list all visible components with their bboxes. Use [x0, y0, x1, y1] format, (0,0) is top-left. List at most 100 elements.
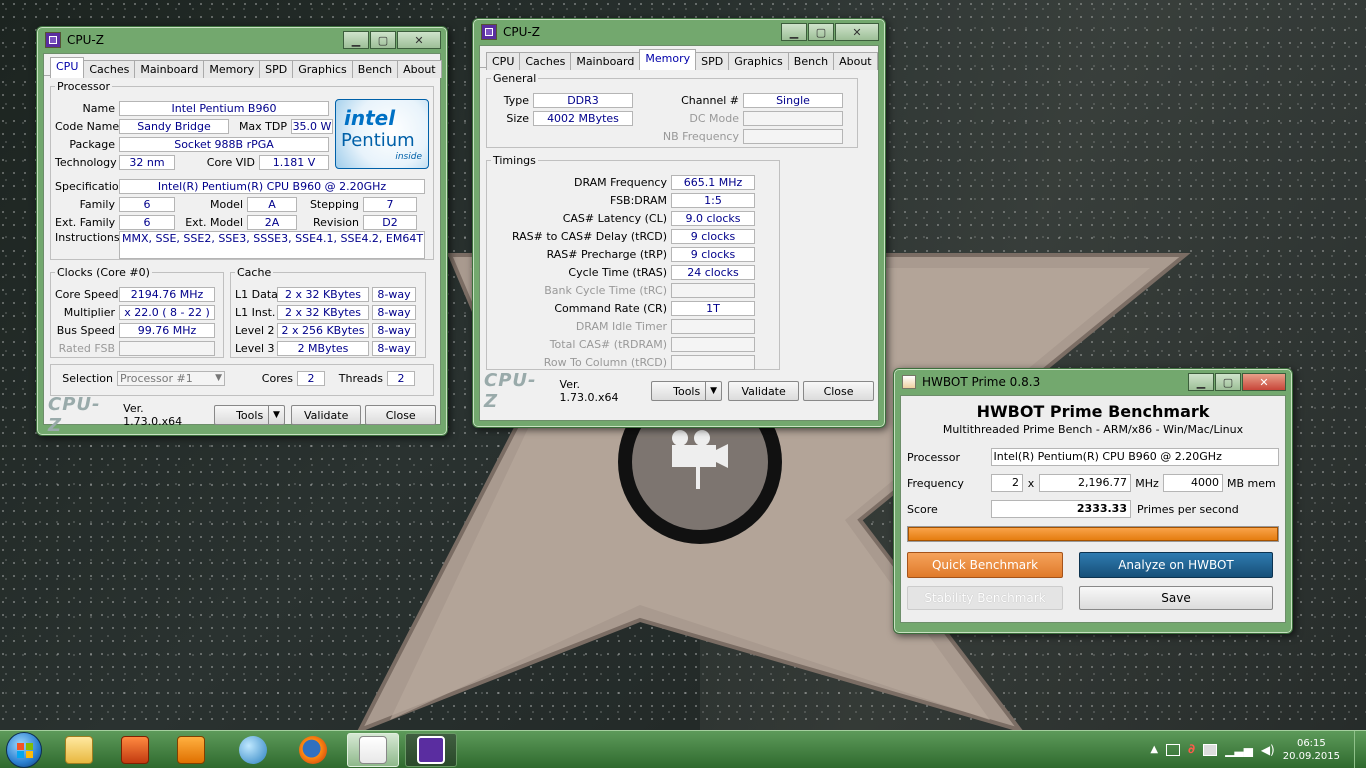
l2-label: Level 2 — [235, 323, 275, 337]
minimize-button[interactable]: ▁ — [1188, 373, 1214, 391]
tab-about[interactable]: About — [397, 60, 442, 78]
taskbar-security[interactable] — [109, 733, 161, 767]
taskbar-firefox[interactable] — [287, 733, 339, 767]
selection-group: Selection Processor #1 ▼ Cores 2 Threads … — [50, 364, 434, 396]
chevron-down-icon[interactable]: ▼ — [267, 406, 284, 424]
maxtdp-label: Max TDP — [238, 119, 287, 133]
name-value: Intel Pentium B960 — [119, 100, 329, 116]
java-app-icon — [902, 375, 916, 389]
volume-icon[interactable]: ◀) — [1261, 743, 1275, 757]
analyze-button[interactable]: Analyze on HWBOT — [1079, 552, 1273, 578]
cpuz-brand-logo: CPU-Z — [48, 394, 101, 436]
cl-value: 9.0 clocks — [671, 210, 755, 226]
tab-cpu[interactable]: CPU — [50, 57, 85, 78]
taskbar-explorer[interactable] — [53, 733, 105, 767]
signal-icon[interactable]: ▁▃▅ — [1225, 743, 1253, 757]
fsbdram-value: 1:5 — [671, 192, 755, 208]
clocks-legend: Clocks (Core #0) — [57, 266, 150, 279]
rtc-label: Row To Column (tRCD) — [543, 355, 667, 369]
stability-benchmark-button[interactable]: Stability Benchmark — [907, 586, 1063, 610]
adobe-icon[interactable]: ∂ — [1188, 742, 1195, 757]
taskbar-media[interactable] — [165, 733, 217, 767]
close-window-button[interactable]: ✕ — [1242, 373, 1286, 391]
tab-graphics[interactable]: Graphics — [292, 60, 353, 78]
close-window-button[interactable]: ✕ — [397, 31, 441, 49]
cpuz-cpu-titlebar[interactable]: CPU-Z ▁ ▢ ✕ — [43, 27, 441, 53]
times-sign: x — [1027, 476, 1035, 490]
cpuz-memory-titlebar[interactable]: CPU-Z ▁ ▢ ✕ — [479, 19, 879, 45]
window-title: CPU-Z — [503, 25, 540, 39]
l3-way: 8-way — [372, 340, 416, 356]
cpuz-app-icon — [45, 32, 61, 48]
tab-about[interactable]: About — [833, 52, 878, 70]
close-button[interactable]: Close — [365, 405, 436, 425]
validate-button[interactable]: Validate — [290, 405, 362, 425]
trp-label: RAS# Precharge (tRP) — [546, 247, 667, 261]
maximize-button[interactable]: ▢ — [370, 31, 396, 49]
system-tray: ▲ ∂ ▁▃▅ ◀) 06:15 20.09.2015 — [1150, 737, 1366, 763]
save-button[interactable]: Save — [1079, 586, 1273, 610]
tab-caches[interactable]: Caches — [519, 52, 572, 70]
tab-caches[interactable]: Caches — [83, 60, 136, 78]
folder-icon — [65, 735, 93, 764]
power-icon[interactable] — [1203, 743, 1218, 756]
nbfreq-value — [743, 128, 843, 144]
corespeed-label: Core Speed — [55, 287, 119, 301]
processor-field: Intel(R) Pentium(R) CPU B960 @ 2.20GHz — [990, 448, 1279, 466]
tab-spd[interactable]: SPD — [259, 60, 294, 78]
tab-mainboard[interactable]: Mainboard — [134, 60, 205, 78]
tools-button[interactable]: Tools ▼ — [651, 381, 723, 401]
minimize-button[interactable]: ▁ — [781, 23, 807, 41]
hwbot-window: HWBOT Prime 0.8.3 ▁ ▢ ✕ HWBOT Prime Benc… — [893, 368, 1293, 634]
trc-label: Bank Cycle Time (tRC) — [544, 283, 667, 297]
mem-unit: MB mem — [1227, 476, 1276, 490]
maximize-button[interactable]: ▢ — [808, 23, 834, 41]
dramfreq-label: DRAM Frequency — [573, 175, 667, 189]
name-label: Name — [82, 101, 115, 115]
tab-mainboard[interactable]: Mainboard — [570, 52, 641, 70]
technology-value: 32 nm — [119, 154, 175, 170]
cpuz-cpu-window: CPU-Z ▁ ▢ ✕ CPU Caches Mainboard Memory … — [36, 26, 448, 436]
l2-value: 2 x 256 KBytes — [277, 322, 369, 338]
taskbar-java[interactable] — [347, 732, 399, 767]
taskbar-cpuz[interactable] — [405, 732, 457, 767]
package-label: Package — [69, 137, 115, 151]
chevron-down-icon[interactable]: ▼ — [705, 382, 721, 400]
timings-group: Timings DRAM Frequency 665.1 MHz FSB:DRAM… — [486, 154, 780, 370]
clock[interactable]: 06:15 20.09.2015 — [1283, 737, 1340, 763]
close-button[interactable]: Close — [803, 381, 875, 401]
show-desktop-button[interactable] — [1354, 731, 1366, 768]
show-hidden-icons-icon[interactable]: ▲ — [1150, 744, 1158, 755]
threads-value: 2 — [387, 370, 415, 386]
maximize-button[interactable]: ▢ — [1215, 373, 1241, 391]
tab-bench[interactable]: Bench — [351, 60, 399, 78]
specification-label: Specification — [55, 179, 126, 193]
benchmark-heading: HWBOT Prime Benchmark — [976, 402, 1210, 421]
quick-benchmark-button[interactable]: Quick Benchmark — [907, 552, 1063, 578]
close-window-button[interactable]: ✕ — [835, 23, 879, 41]
cache-group: Cache L1 Data 2 x 32 KBytes 8-way L1 Inst.… — [230, 266, 426, 358]
minimize-button[interactable]: ▁ — [343, 31, 369, 49]
clock-time: 06:15 — [1296, 737, 1326, 749]
hwbot-titlebar[interactable]: HWBOT Prime 0.8.3 ▁ ▢ ✕ — [900, 369, 1286, 395]
cpuz-app-icon — [481, 24, 497, 40]
logo-product: Pentium — [341, 130, 415, 151]
action-center-icon[interactable] — [1166, 743, 1181, 756]
multiplier-value: x 22.0 ( 8 - 22 ) — [119, 304, 215, 320]
tab-cpu[interactable]: CPU — [486, 52, 521, 70]
tab-memory[interactable]: Memory — [639, 49, 697, 70]
media-player-icon — [177, 735, 205, 764]
tab-memory[interactable]: Memory — [203, 60, 261, 78]
tab-graphics[interactable]: Graphics — [728, 52, 789, 70]
processor-select[interactable]: Processor #1 ▼ — [117, 370, 225, 386]
tab-bench[interactable]: Bench — [787, 52, 835, 70]
tools-button[interactable]: Tools ▼ — [214, 405, 285, 425]
start-button[interactable] — [6, 731, 42, 768]
taskbar-network[interactable] — [227, 733, 279, 767]
tab-spd[interactable]: SPD — [695, 52, 730, 70]
taskbar: ▲ ∂ ▁▃▅ ◀) 06:15 20.09.2015 — [0, 730, 1366, 768]
validate-button[interactable]: Validate — [728, 381, 800, 401]
model-value: A — [247, 196, 297, 212]
model-label: Model — [209, 197, 243, 211]
trcd-value: 9 clocks — [671, 228, 755, 244]
